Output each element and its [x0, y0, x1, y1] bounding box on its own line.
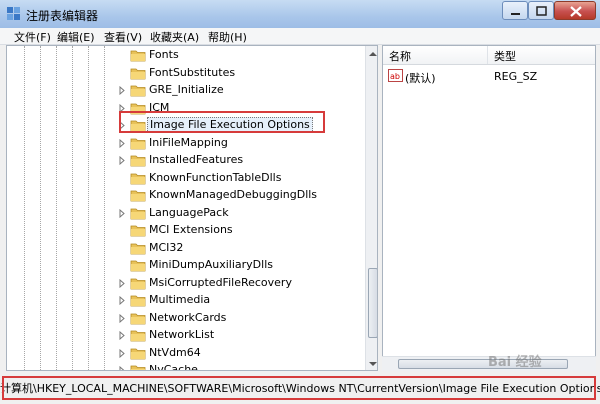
folder-icon: [130, 173, 146, 184]
status-bar: 计算机\HKEY_LOCAL_MACHINE\SOFTWARE\Microsof…: [0, 374, 600, 404]
folder-icon: [130, 68, 146, 79]
folder-icon: [130, 155, 146, 167]
selection-annotation-box: [119, 111, 325, 133]
registry-values-list[interactable]: 名称 类型 ab (默认) REG_SZ: [382, 45, 596, 371]
maximize-button[interactable]: [528, 1, 554, 20]
tree-item-label: NetworkList: [149, 328, 215, 341]
folder-icon: [130, 365, 146, 370]
window-title: 注册表编辑器: [26, 9, 99, 23]
minimize-button[interactable]: [502, 1, 528, 20]
tree-item[interactable]: LanguagePack: [7, 205, 361, 222]
tree-item-label: LanguagePack: [149, 205, 229, 219]
tree-item-label: FontSubstitutes: [149, 65, 236, 79]
title-bar[interactable]: 注册表编辑器: [0, 0, 600, 28]
svg-text:ab: ab: [390, 72, 400, 81]
tree-item-label: GRE_Initialize: [149, 83, 224, 96]
column-header-type[interactable]: 类型: [494, 48, 516, 64]
tree-item[interactable]: KnownFunctionTableDlls: [7, 170, 361, 187]
tree-item[interactable]: NetworkCards: [7, 310, 361, 327]
tree-item-label: KnownFunctionTableDlls: [149, 170, 282, 184]
folder-icon: [130, 225, 146, 237]
tree-scroll-thumb[interactable]: [368, 268, 377, 338]
folder-icon: [130, 330, 146, 342]
list-header: 名称 类型: [383, 46, 595, 65]
expand-arrow-icon[interactable]: [118, 278, 126, 288]
status-annotation-box: [2, 376, 596, 400]
registry-key-tree[interactable]: Fonts FontSubstitutes GRE_Initialize ICM Ima…: [6, 45, 378, 371]
tree-item[interactable]: NetworkList: [7, 327, 361, 344]
tree-item[interactable]: MiniDumpAuxiliaryDlls: [7, 257, 361, 274]
tree-item[interactable]: NvCache: [7, 362, 361, 371]
tree-item[interactable]: KnownManagedDebuggingDlls: [7, 187, 361, 204]
expand-arrow-icon[interactable]: [118, 366, 126, 371]
tree-item[interactable]: NtVdm64: [7, 345, 361, 362]
menu-bar: 文件(F) 编辑(E) 查看(V) 收藏夹(A) 帮助(H): [0, 28, 600, 45]
tree-item[interactable]: Multimedia: [7, 292, 361, 309]
value-type: REG_SZ: [494, 70, 538, 83]
maximize-icon: [536, 6, 547, 16]
value-name: (默认): [405, 72, 436, 85]
folder-icon: [130, 278, 146, 289]
tree-item-label: NetworkCards: [149, 310, 227, 324]
menu-favorites[interactable]: 收藏夹(A): [150, 29, 199, 45]
tree-item[interactable]: MCI32: [7, 240, 361, 257]
menu-edit[interactable]: 编辑(E): [57, 29, 95, 45]
expand-arrow-icon[interactable]: [118, 313, 126, 323]
tree-item[interactable]: Fonts: [7, 47, 361, 64]
tree-vertical-scrollbar[interactable]: [365, 46, 378, 371]
expand-arrow-icon[interactable]: [118, 331, 126, 340]
tree-item-label: MsiCorruptedFileRecovery: [149, 275, 292, 289]
tree-item-label: NvCache: [149, 363, 198, 371]
folder-icon: [130, 313, 146, 324]
tree-item-label: Fonts: [149, 48, 179, 61]
tree-item-label: MCI Extensions: [149, 223, 233, 236]
expand-arrow-icon[interactable]: [118, 348, 126, 358]
folder-icon: [130, 208, 146, 219]
menu-help[interactable]: 帮助(H): [208, 29, 247, 45]
folder-icon: [130, 243, 146, 254]
minimize-icon: [511, 13, 520, 15]
tree-item[interactable]: MsiCorruptedFileRecovery: [7, 275, 361, 292]
expand-arrow-icon[interactable]: [118, 138, 126, 148]
expand-arrow-icon[interactable]: [118, 208, 126, 218]
registry-editor-icon: [7, 7, 20, 20]
menu-view[interactable]: 查看(V): [104, 29, 142, 45]
expand-arrow-icon[interactable]: [118, 156, 126, 165]
folder-icon: [130, 260, 146, 272]
tree-item-label: MiniDumpAuxiliaryDlls: [149, 258, 273, 271]
baidu-watermark: Bai 经验: [488, 355, 542, 370]
tree-item-label: MCI32: [149, 240, 184, 254]
column-header-name[interactable]: 名称: [389, 48, 411, 64]
tree-item[interactable]: MCI Extensions: [7, 222, 361, 239]
scroll-down-arrow-icon[interactable]: [366, 356, 378, 371]
string-value-icon: ab: [388, 69, 403, 82]
scroll-up-arrow-icon[interactable]: [366, 46, 378, 62]
close-icon: [570, 6, 582, 17]
tree-item-label: KnownManagedDebuggingDlls: [149, 188, 318, 201]
tree-item[interactable]: GRE_Initialize: [7, 82, 361, 99]
expand-arrow-icon[interactable]: [118, 86, 126, 95]
folder-icon: [130, 190, 146, 202]
registry-editor-window: 注册表编辑器 文件(F) 编辑(E) 查看(V) 收藏夹(A) 帮助(H) Fo…: [0, 0, 600, 404]
list-item[interactable]: ab (默认) REG_SZ: [383, 67, 595, 85]
close-button[interactable]: [554, 1, 596, 20]
menu-file[interactable]: 文件(F): [14, 29, 51, 45]
tree-item[interactable]: IniFileMapping: [7, 135, 361, 152]
column-separator[interactable]: [487, 46, 488, 64]
tree-item-label: IniFileMapping: [149, 135, 228, 149]
folder-icon: [130, 50, 146, 62]
tree-item[interactable]: FontSubstitutes: [7, 65, 361, 82]
folder-icon: [130, 138, 146, 149]
tree-item-label: Multimedia: [149, 293, 211, 306]
tree-item[interactable]: InstalledFeatures: [7, 152, 361, 169]
folder-icon: [130, 295, 146, 307]
expand-arrow-icon[interactable]: [118, 296, 126, 305]
folder-icon: [130, 348, 146, 359]
folder-icon: [130, 85, 146, 97]
tree-item-label: NtVdm64: [149, 345, 201, 359]
tree-item-label: InstalledFeatures: [149, 153, 244, 166]
list-scroll-thumb[interactable]: [398, 359, 568, 369]
